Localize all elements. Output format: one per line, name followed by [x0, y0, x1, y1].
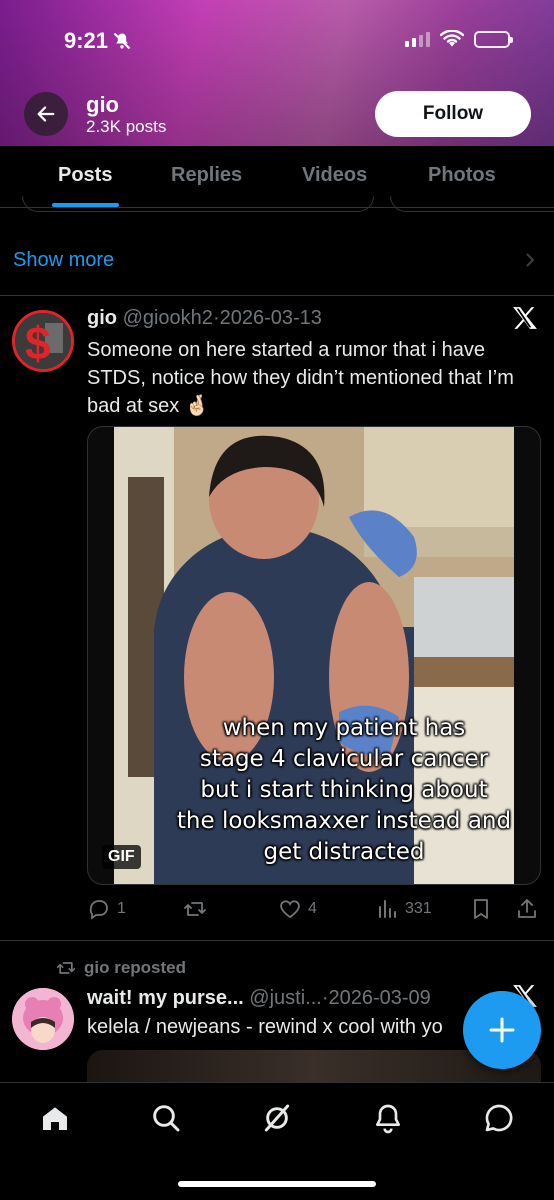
nav-grok[interactable]	[260, 1101, 294, 1135]
nav-search[interactable]	[149, 1101, 183, 1135]
nav-notifications[interactable]	[371, 1101, 405, 1135]
plus-icon	[489, 1017, 515, 1043]
repost-icon	[56, 962, 76, 974]
arrow-left-icon	[37, 106, 55, 122]
show-more-link[interactable]: Show more	[13, 249, 114, 272]
status-bar-time: 9:21	[64, 28, 132, 54]
caption-line: get distracted	[263, 839, 425, 865]
view-count: 331	[405, 900, 432, 917]
heart-icon	[280, 900, 300, 919]
caption-line: when my patient has	[222, 715, 466, 741]
divider	[0, 207, 554, 208]
reply-count: 1	[117, 900, 126, 917]
reply-icon	[89, 900, 108, 920]
author-handle[interactable]: @giookh2	[123, 307, 213, 329]
repost-indicator[interactable]: gio reposted	[56, 958, 186, 978]
battery-icon	[474, 30, 513, 48]
repost-button[interactable]	[183, 897, 213, 921]
home-indicator[interactable]	[178, 1181, 376, 1187]
reply-button[interactable]: 1	[87, 897, 126, 921]
nav-home[interactable]	[38, 1101, 72, 1135]
repost-label: gio reposted	[84, 958, 187, 977]
back-button[interactable]	[24, 92, 68, 136]
caption-line: stage 4 clavicular cancer	[199, 746, 489, 772]
tab-posts[interactable]: Posts	[58, 164, 112, 187]
avatar[interactable]: $	[12, 310, 74, 372]
status-bar-indicators	[405, 30, 513, 48]
anime-avatar-icon	[12, 988, 74, 1050]
follow-button[interactable]: Follow	[375, 91, 531, 137]
gif-frame: when my patient has stage 4 clavicular c…	[114, 427, 514, 884]
tweet-header: wait! my purse... @justi...·2026-03-09	[87, 987, 431, 1010]
wifi-icon	[440, 30, 464, 47]
caption-line: the looksmaxxer instead and	[176, 808, 512, 834]
tweet-header: gio @giookh2·2026-03-13	[87, 307, 322, 330]
home-icon	[43, 1107, 67, 1130]
tweet-date[interactable]: 2026-03-09	[329, 987, 431, 1009]
tab-photos[interactable]: Photos	[428, 164, 496, 187]
share-button[interactable]	[515, 897, 539, 921]
separator-dot: ·	[212, 307, 220, 329]
author-name[interactable]: wait! my purse...	[87, 987, 244, 1009]
clock-text: 9:21	[64, 28, 109, 53]
tweet-media[interactable]: when my patient has stage 4 clavicular c…	[87, 426, 541, 885]
svg-text:$: $	[25, 317, 51, 369]
tweet-date[interactable]: 2026-03-13	[220, 307, 322, 329]
grok-icon	[264, 1104, 290, 1132]
divider	[0, 940, 554, 941]
cellular-signal-icon	[405, 31, 430, 47]
compose-button[interactable]	[463, 991, 541, 1069]
chevron-right-icon	[526, 253, 535, 267]
views-icon	[379, 900, 396, 918]
share-icon	[518, 899, 536, 918]
gif-caption: when my patient has stage 4 clavicular c…	[154, 713, 514, 868]
separator-dot: ·	[321, 987, 329, 1009]
tweet-text: kelela / newjeans - rewind x cool with y…	[87, 1016, 443, 1038]
repost-icon	[184, 902, 206, 916]
gif-badge: GIF	[102, 845, 141, 869]
profile-post-count: 2.3K posts	[86, 117, 167, 136]
tab-videos[interactable]: Videos	[302, 164, 367, 187]
like-button[interactable]: 4	[278, 897, 317, 921]
notifications-icon	[376, 1104, 400, 1134]
views-button[interactable]: 331	[375, 897, 432, 921]
author-name[interactable]: gio	[87, 307, 117, 329]
nav-messages[interactable]	[482, 1101, 516, 1135]
bookmark-button[interactable]	[469, 897, 493, 921]
tab-replies[interactable]: Replies	[171, 164, 242, 187]
divider	[0, 295, 554, 296]
author-handle[interactable]: @justi...	[249, 987, 322, 1009]
dollar-sign-avatar-icon: $	[15, 313, 71, 369]
bookmark-icon	[474, 899, 488, 919]
profile-name: gio	[86, 92, 119, 117]
silent-mode-icon	[113, 32, 131, 50]
highlight-card[interactable]	[390, 196, 554, 212]
caption-line: but i start thinking about	[200, 777, 488, 803]
like-count: 4	[308, 900, 317, 917]
tweet-text: Someone on here started a rumor that i h…	[87, 339, 514, 417]
tweet-actions: 1 4 331	[87, 897, 541, 925]
x-logo-icon	[513, 307, 537, 329]
messages-icon	[485, 1104, 513, 1132]
search-icon	[153, 1105, 180, 1132]
avatar[interactable]	[12, 988, 74, 1050]
